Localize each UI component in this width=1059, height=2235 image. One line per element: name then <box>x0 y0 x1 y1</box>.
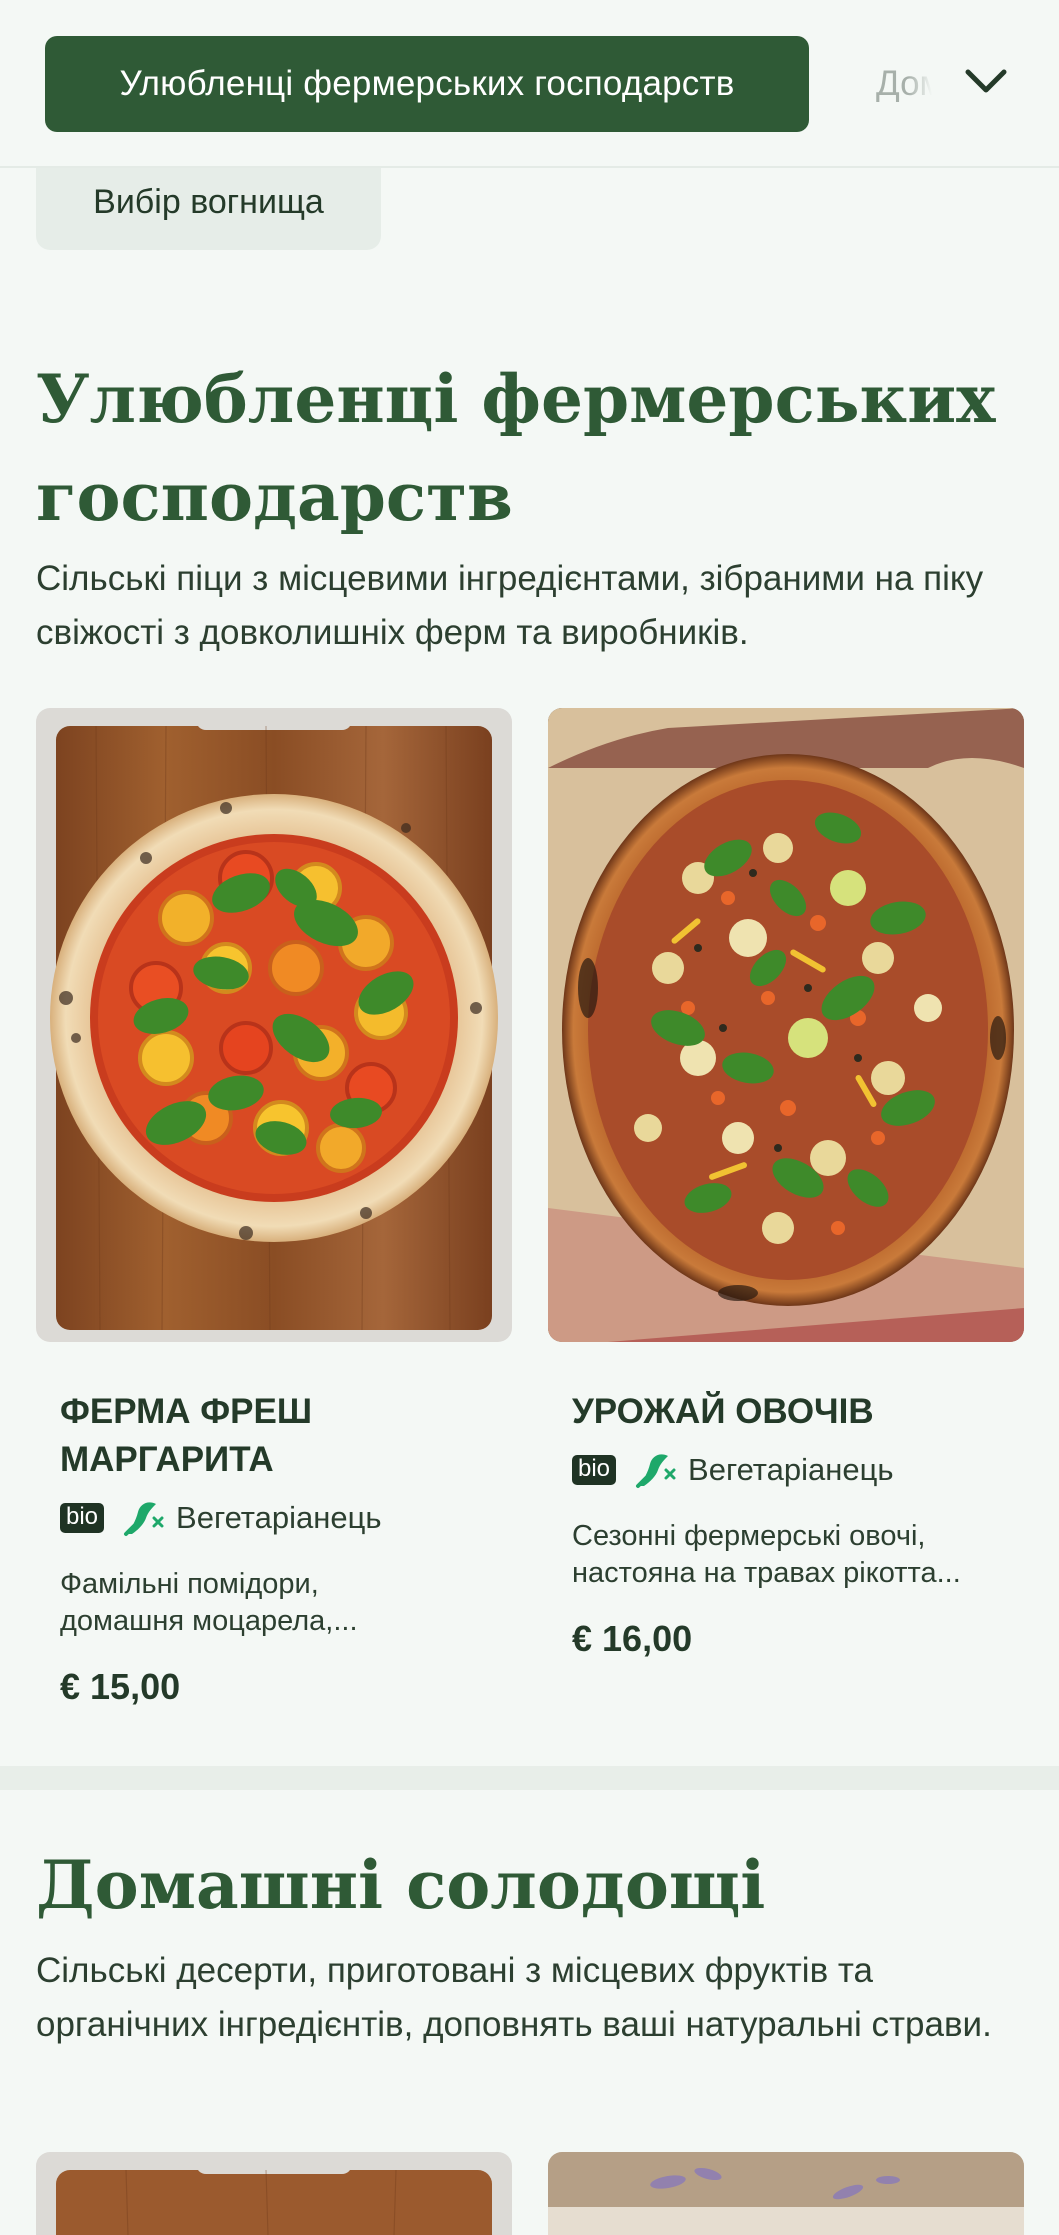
product-card-vegetable-harvest[interactable]: Урожай овочів bio Вегетаріанець Сезонні … <box>572 1388 992 1660</box>
product-name: Ферма фреш маргарита <box>60 1392 312 1479</box>
scroll-fade <box>908 36 932 132</box>
diet-label: Вегетаріанець <box>688 1452 894 1487</box>
category-chip-farm-favorites[interactable]: Улюбленці фермерських господарств <box>45 36 809 132</box>
category-nav: Улюбленці фермерських господарств Домашн… <box>0 0 1059 168</box>
product-description: Сезонні фермерські овочі, настояна на тр… <box>572 1520 961 1589</box>
product-name: Урожай овочів <box>572 1392 874 1431</box>
product-description: Фамільні помідори, домашня моцарела,... <box>60 1568 358 1637</box>
bio-badge: bio <box>572 1455 617 1485</box>
product-price: € 16,00 <box>572 1618 693 1659</box>
chevron-down-icon[interactable] <box>962 62 1010 102</box>
product-image-farm-fresh-margherita[interactable] <box>36 708 512 1342</box>
vegetarian-icon <box>124 1502 164 1536</box>
product-price: € 15,00 <box>60 1666 181 1707</box>
section-description: Сільські піци з місцевими інгредієнтами,… <box>36 559 984 652</box>
product-card-farm-fresh-margherita[interactable]: Ферма фреш маргарита bio Вегетаріанець Ф… <box>60 1388 480 1708</box>
diet-label: Вегетаріанець <box>176 1500 382 1535</box>
section-divider <box>0 1766 1059 1790</box>
category-chip-homemade-sweets[interactable]: Домашні солодощі <box>872 36 932 132</box>
product-image-dessert-1[interactable] <box>36 2152 512 2235</box>
product-badges: bio Вегетаріанець <box>60 1498 480 1538</box>
product-image-dessert-2[interactable] <box>548 2152 1024 2235</box>
section-title: Домашні солодощі <box>36 1846 766 1924</box>
product-image-vegetable-harvest[interactable] <box>548 708 1024 1342</box>
product-badges: bio Вегетаріанець <box>572 1450 992 1490</box>
vegetarian-icon <box>636 1454 676 1488</box>
section-description: Сільські десерти, приготовані з місцевих… <box>36 1951 992 2044</box>
section-title: Улюбленці фермерських господарств <box>36 360 996 536</box>
bio-badge: bio <box>60 1503 105 1533</box>
